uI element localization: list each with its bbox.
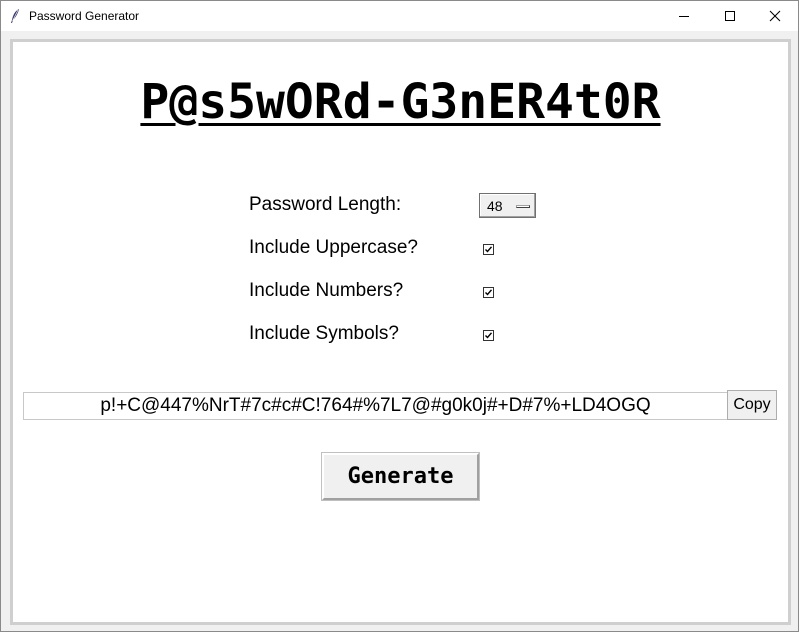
- app-content: P@s5wORd-G3nER4t0R Password Length: 48 I…: [10, 39, 791, 625]
- window-title: Password Generator: [29, 9, 140, 23]
- minimize-button[interactable]: [661, 1, 707, 31]
- password-length-select[interactable]: 48: [479, 193, 536, 218]
- app-window: Password Generator P@s5wORd-G3nER4t0R Pa…: [0, 0, 799, 632]
- generate-button[interactable]: Generate: [321, 452, 480, 501]
- include-numbers-checkbox[interactable]: [483, 287, 494, 298]
- password-length-value: 48: [487, 198, 503, 214]
- password-length-label: Password Length:: [249, 194, 402, 215]
- close-button[interactable]: [752, 1, 798, 31]
- include-symbols-label: Include Symbols?: [249, 323, 399, 344]
- feather-icon: [9, 8, 21, 24]
- checkmark-icon: [485, 246, 493, 253]
- app-heading: P@s5wORd-G3nER4t0R: [140, 74, 661, 130]
- checkmark-icon: [485, 289, 493, 296]
- title-bar[interactable]: Password Generator: [1, 1, 798, 31]
- include-numbers-label: Include Numbers?: [249, 280, 404, 301]
- include-uppercase-checkbox[interactable]: [483, 244, 494, 255]
- password-output-field[interactable]: p!+C@447%NrT#7c#c#C!764#%7L7@#g0k0j#+D#7…: [23, 392, 728, 420]
- close-icon: [769, 10, 781, 22]
- include-symbols-checkbox[interactable]: [483, 330, 494, 341]
- option-menu-indicator-icon: [516, 205, 530, 208]
- maximize-icon: [725, 11, 735, 21]
- copy-button[interactable]: Copy: [727, 390, 777, 420]
- minimize-icon: [679, 16, 689, 17]
- maximize-button[interactable]: [707, 1, 753, 31]
- include-uppercase-label: Include Uppercase?: [249, 237, 418, 258]
- checkmark-icon: [485, 332, 493, 339]
